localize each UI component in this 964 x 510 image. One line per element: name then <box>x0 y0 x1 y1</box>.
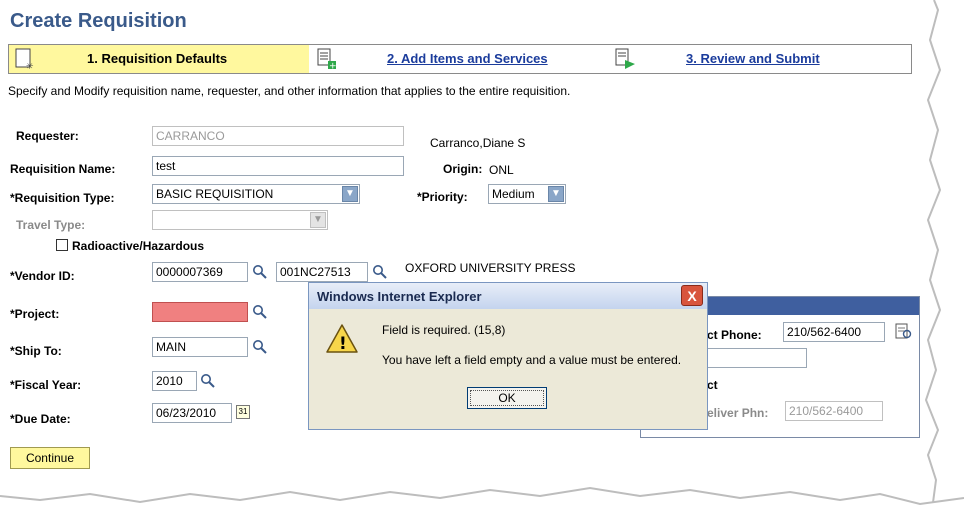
requisition-name-label: Requisition Name: <box>10 162 116 176</box>
vendor-name: OXFORD UNIVERSITY PRESS <box>405 261 576 275</box>
requisition-type-value: BASIC REQUISITION <box>156 187 274 201</box>
due-date-label: *Due Date: <box>10 412 71 426</box>
chevron-down-icon[interactable]: ▼ <box>548 186 564 202</box>
fiscal-year-label: *Fiscal Year: <box>10 378 82 392</box>
requester-field: CARRANCO <box>152 126 404 146</box>
torn-edge-bottom <box>0 486 964 510</box>
svg-text:+: + <box>329 62 337 71</box>
ship-to-input[interactable]: MAIN <box>152 337 248 357</box>
torn-edge-right <box>924 0 964 510</box>
search-icon[interactable] <box>252 264 268 280</box>
warning-glyph: ! <box>339 334 347 354</box>
requisition-type-select[interactable]: BASIC REQUISITION ▼ <box>152 184 360 204</box>
contact-phone-label: ct Phone: <box>707 328 762 342</box>
ship-to-label: *Ship To: <box>10 344 62 358</box>
dialog-message-line1: Field is required. (15,8) <box>382 323 506 337</box>
dialog-title-bar: Windows Internet Explorer X <box>309 283 707 309</box>
instructions-text: Specify and Modify requisition name, req… <box>8 84 571 98</box>
page-title: Create Requisition <box>10 10 187 32</box>
vendor-location-input[interactable]: 001NC27513 <box>276 262 368 282</box>
warning-icon: ! <box>326 324 358 354</box>
radioactive-checkbox[interactable] <box>56 239 68 251</box>
priority-value: Medium <box>492 187 535 201</box>
chevron-down-icon: ▼ <box>310 212 326 228</box>
step-1-label: 1. Requisition Defaults <box>87 51 228 66</box>
requisition-name-input[interactable]: test <box>152 156 404 176</box>
dialog-title: Windows Internet Explorer <box>317 289 482 304</box>
calendar-icon[interactable]: 31 <box>236 405 250 419</box>
travel-type-select: ▼ <box>152 210 328 230</box>
continue-button[interactable]: Continue <box>10 447 90 469</box>
step-bar: ✳ 1. Requisition Defaults + 2. Add Items… <box>8 44 912 74</box>
alert-dialog: Windows Internet Explorer X ! Field is r… <box>308 282 708 430</box>
search-icon[interactable] <box>252 339 268 355</box>
contact-field[interactable] <box>695 348 807 368</box>
project-input[interactable] <box>152 302 248 322</box>
deliver-phone-field: 210/562-6400 <box>785 401 883 421</box>
deliver-phone-label: eliver Phn: <box>707 406 769 420</box>
radioactive-label: Radioactive/Hazardous <box>72 239 205 253</box>
priority-select[interactable]: Medium ▼ <box>488 184 566 204</box>
requisition-defaults-icon: ✳ <box>15 48 34 70</box>
vendor-id-label: *Vendor ID: <box>10 269 75 283</box>
requester-full-name: Carranco,Diane S <box>430 136 526 150</box>
contact-phone-input[interactable]: 210/562-6400 <box>783 322 885 342</box>
ok-button[interactable]: OK <box>467 387 547 409</box>
due-date-input[interactable]: 06/23/2010 <box>152 403 232 423</box>
contact-section-label: ct <box>707 378 718 392</box>
origin-value: ONL <box>489 163 514 177</box>
dialog-message-line2: You have left a field empty and a value … <box>382 353 682 367</box>
add-items-icon: + <box>317 48 337 70</box>
vendor-id-input[interactable]: 0000007369 <box>152 262 248 282</box>
chevron-down-icon[interactable]: ▼ <box>342 186 358 202</box>
fiscal-year-input[interactable]: 2010 <box>152 371 197 391</box>
priority-label: *Priority: <box>417 190 468 204</box>
svg-text:✳: ✳ <box>26 62 34 70</box>
close-button[interactable]: X <box>681 285 703 306</box>
project-label: *Project: <box>10 307 60 321</box>
search-icon[interactable] <box>200 373 216 389</box>
phone-lookup-icon[interactable] <box>895 323 913 341</box>
search-icon[interactable] <box>252 304 268 320</box>
search-icon[interactable] <box>372 264 388 280</box>
step-2-link[interactable]: 2. Add Items and Services <box>387 51 548 66</box>
review-submit-icon <box>615 48 635 69</box>
origin-label: Origin: <box>443 162 483 176</box>
travel-type-label: Travel Type: <box>16 218 86 232</box>
step-3-link[interactable]: 3. Review and Submit <box>686 51 820 66</box>
requester-label: Requester: <box>16 129 79 143</box>
requisition-type-label: *Requisition Type: <box>10 191 115 205</box>
